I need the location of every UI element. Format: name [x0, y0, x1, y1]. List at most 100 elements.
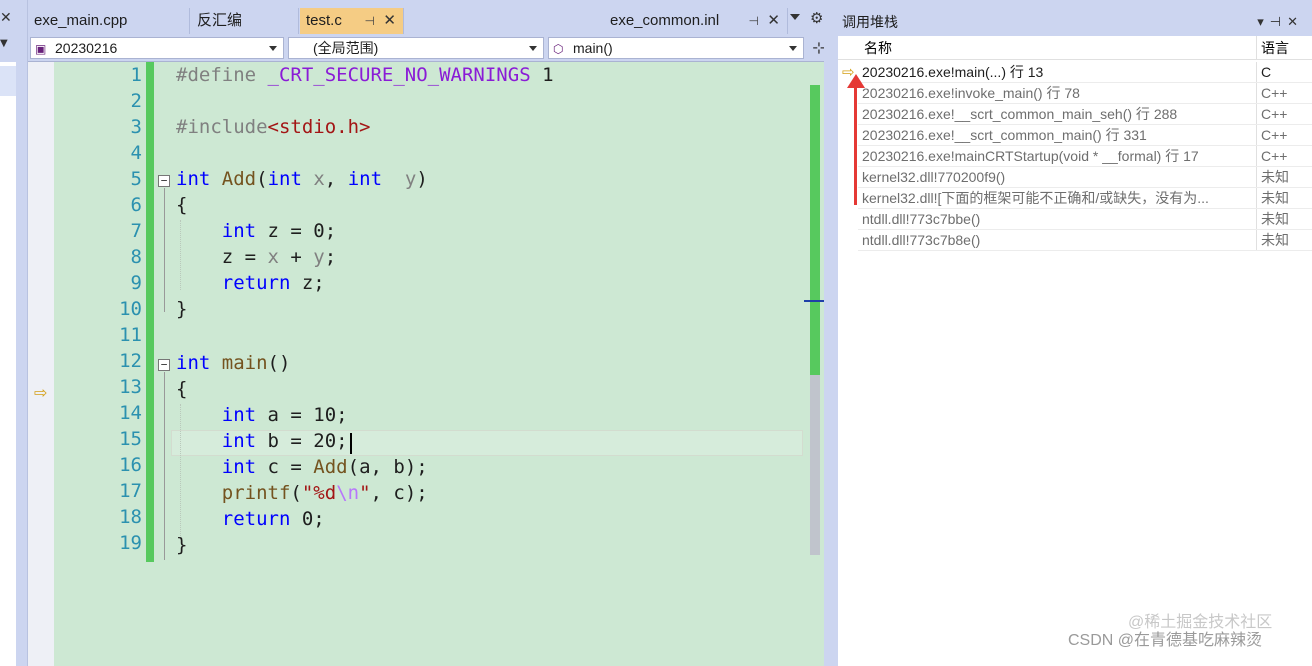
tab-label: exe_main.cpp	[34, 12, 128, 29]
code-line-18: return 0;	[221, 508, 325, 530]
text-caret	[350, 433, 352, 454]
close-icon[interactable]: ✕	[767, 8, 780, 34]
project-dropdown[interactable]: ▣ 20230216	[30, 37, 284, 59]
call-stack-row[interactable]: ntdll.dll!773c7b8e() 未知	[858, 230, 1312, 251]
project-icon: ▣	[35, 42, 47, 56]
column-header-name[interactable]: 名称	[864, 36, 892, 60]
code-area[interactable]: − − #define _CRT_SECURE_NO_WARNINGS 1 #i…	[158, 62, 808, 666]
call-stack-panel: 调用堆栈 ▾⊣✕ 名称 语言 ⇨ 20230216.exe!main(...) …	[838, 8, 1312, 666]
close-icon[interactable]: ✕	[0, 10, 12, 26]
collapse-icon[interactable]: −	[158, 359, 170, 371]
chevron-down-icon	[529, 46, 537, 51]
scrollbar-thumb[interactable]	[810, 375, 820, 555]
code-line-17: printf("%d\n", c);	[221, 482, 428, 504]
frame-name: 20230216.exe!__scrt_common_main() 行 331	[862, 127, 1147, 143]
collapse-icon[interactable]: −	[158, 175, 170, 187]
close-icon[interactable]: ✕	[383, 8, 396, 34]
watermark: CSDN @在青德基吃麻辣烫	[1068, 632, 1263, 649]
left-panel-selection	[0, 66, 16, 96]
frame-name: 20230216.exe!__scrt_common_main_seh() 行 …	[862, 106, 1178, 122]
chevron-down-icon	[269, 46, 277, 51]
scope-label: (全局范围)	[313, 40, 379, 56]
line-number: 3	[130, 116, 142, 138]
line-number-gutter: 1 2 3 4 5 6 7 8 9 10 11 12 13 14 15 16 17 18 19	[54, 62, 154, 666]
pin-icon[interactable]: ⊣	[365, 8, 375, 34]
line-number: 15	[119, 428, 142, 450]
chevron-down-icon[interactable]: ▼	[0, 38, 8, 49]
gear-icon[interactable]: ⚙	[810, 9, 823, 27]
call-stack-row[interactable]: 20230216.exe!invoke_main() 行 78 C++	[858, 83, 1312, 104]
execution-pointer-icon: ⇨	[34, 383, 48, 402]
frame-name: ntdll.dll!773c7bbe()	[862, 211, 981, 227]
line-number: 7	[130, 220, 142, 242]
code-editor[interactable]: ⇨ 1 2 3 4 5 6 7 8 9 10 11 12 13 14 15 16 17 18 19 − − #def…	[28, 62, 826, 666]
scrollbar-caret-marker	[804, 300, 826, 302]
tab-exe-common-inl[interactable]: exe_common.inl ⊣ ✕	[604, 8, 788, 34]
call-stack-row[interactable]: 20230216.exe!mainCRTStartup(void * __for…	[858, 146, 1312, 167]
code-line-16: int c = Add(a, b);	[221, 456, 428, 478]
panel-controls[interactable]: ▾⊣✕	[1257, 8, 1304, 36]
left-panel-content	[0, 62, 16, 666]
pin-icon[interactable]: ⊣	[749, 8, 759, 34]
frame-name: kernel32.dll![下面的框架可能不正确和/或缺失，没有为...	[862, 190, 1209, 206]
call-stack-row[interactable]: ntdll.dll!773c7bbe() 未知	[858, 209, 1312, 230]
call-stack-row[interactable]: kernel32.dll!770200f9() 未知	[858, 167, 1312, 188]
line-number: 5	[130, 168, 142, 190]
code-line-6: {	[176, 194, 188, 216]
line-number: 4	[130, 142, 142, 164]
line-number: 8	[130, 246, 142, 268]
frame-language: 未知	[1256, 167, 1312, 187]
tab-test-c[interactable]: test.c ⊣ ✕	[300, 8, 404, 34]
left-side-panel: ✕ ▼	[0, 0, 28, 666]
frame-language: C++	[1256, 125, 1312, 145]
indicator-margin[interactable]: ⇨	[28, 62, 54, 666]
line-number: 14	[119, 402, 142, 424]
tab-label: test.c	[306, 12, 342, 29]
line-number: 10	[119, 298, 142, 320]
panel-splitter[interactable]	[824, 0, 838, 666]
tab-list-dropdown-icon[interactable]	[790, 14, 800, 20]
vertical-scrollbar[interactable]	[804, 82, 826, 666]
function-icon: ⬡	[553, 42, 564, 56]
frame-name: ntdll.dll!773c7b8e()	[862, 232, 981, 248]
frame-name: 20230216.exe!mainCRTStartup(void * __for…	[862, 148, 1199, 164]
call-stack-row[interactable]: 20230216.exe!__scrt_common_main() 行 331 C…	[858, 125, 1312, 146]
tab-label: exe_common.inl	[610, 12, 720, 29]
document-tab-strip: exe_main.cpp 反汇编 test.c ⊣ ✕ exe_common.i…	[28, 8, 832, 34]
change-tracking-bar	[146, 62, 154, 562]
fold-guide	[164, 188, 165, 312]
frame-name: 20230216.exe!invoke_main() 行 78	[862, 85, 1080, 101]
fold-guide	[164, 372, 165, 560]
frame-language: C++	[1256, 104, 1312, 124]
frame-language: 未知	[1256, 209, 1312, 229]
code-line-13: {	[176, 378, 188, 400]
line-number: 1	[130, 64, 142, 86]
tab-exe-main-cpp[interactable]: exe_main.cpp	[28, 8, 190, 34]
scrollbar-change-map	[810, 85, 820, 375]
line-number: 19	[119, 532, 142, 554]
code-line-9: return z;	[221, 272, 325, 294]
navigation-bar: ▣ 20230216 (全局范围) ⬡ main() ⊹	[28, 34, 832, 62]
line-number: 9	[130, 272, 142, 294]
call-stack-row[interactable]: 20230216.exe!__scrt_common_main_seh() 行 …	[858, 104, 1312, 125]
frame-language: C++	[1256, 146, 1312, 166]
line-number: 2	[130, 90, 142, 112]
function-label: main()	[573, 40, 613, 56]
frame-name: 20230216.exe!main(...) 行 13	[862, 64, 1044, 80]
project-label: 20230216	[55, 40, 118, 56]
line-number: 13	[119, 376, 142, 398]
column-header-language[interactable]: 语言	[1256, 36, 1312, 60]
code-line-14: int a = 10;	[221, 404, 348, 426]
call-stack-row[interactable]: 20230216.exe!main(...) 行 13 C	[858, 62, 1312, 83]
code-line-1: #define _CRT_SECURE_NO_WARNINGS 1	[176, 64, 554, 86]
function-dropdown[interactable]: ⬡ main()	[548, 37, 804, 59]
code-line-5: int Add(int x, int y)	[176, 168, 428, 190]
tab-disassembly[interactable]: 反汇编	[191, 8, 299, 34]
code-line-8: z = x + y;	[176, 246, 337, 268]
line-number: 11	[119, 324, 142, 346]
line-number: 16	[119, 454, 142, 476]
call-stack-row[interactable]: kernel32.dll![下面的框架可能不正确和/或缺失，没有为... 未知	[858, 188, 1312, 209]
frame-language: C++	[1256, 83, 1312, 103]
code-line-3: #include<stdio.h>	[176, 116, 371, 138]
scope-dropdown[interactable]: (全局范围)	[288, 37, 544, 59]
